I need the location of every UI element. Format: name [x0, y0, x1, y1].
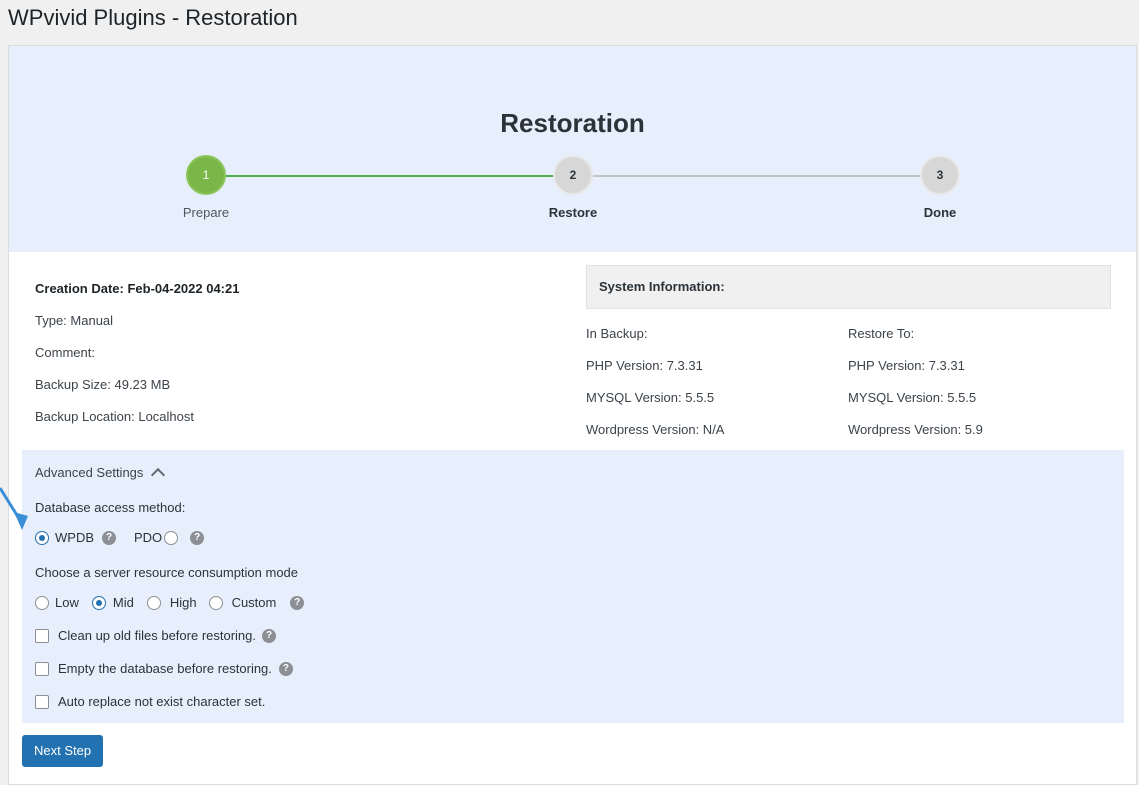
annotation-arrow-icon [0, 487, 28, 530]
backup-size: Backup Size: 49.23 MB [35, 377, 171, 392]
empty-db-label: Empty the database before restoring. [58, 661, 272, 676]
system-info-header: System Information: [586, 265, 1111, 309]
resource-high-radio[interactable] [146, 595, 161, 610]
auto-replace-label: Auto replace not exist character set. [58, 694, 266, 709]
restoration-panel: Restoration 1 Prepare 2 Restore 3 Done C… [8, 45, 1137, 785]
backup-location: Backup Location: Localhost [35, 409, 194, 424]
step-label-prepare: Prepare [182, 205, 230, 220]
resource-help-icon[interactable]: ? [290, 595, 305, 610]
backup-comment: Comment: [35, 345, 95, 360]
step-number-2: 2 [553, 155, 593, 195]
restoration-stepper: Restoration 1 Prepare 2 Restore 3 Done [9, 46, 1136, 252]
restore-to-column: Restore To: PHP Version: 7.3.31 MYSQL Ve… [848, 326, 983, 454]
auto-replace-checkbox[interactable] [35, 694, 49, 709]
cleanup-checkbox[interactable] [35, 628, 49, 643]
restore-to-heading: Restore To: [848, 326, 915, 341]
advanced-settings-panel: Advanced Settings Database access method… [22, 450, 1124, 723]
resource-high-label: High [169, 595, 197, 610]
advanced-settings-label: Advanced Settings [35, 465, 144, 480]
resource-low-label: Low [55, 595, 79, 610]
resource-mid-label: Mid [112, 595, 134, 610]
backup-type: Type: Manual [35, 313, 114, 328]
step-done: 3 Done [880, 155, 1000, 220]
step-number-1: 1 [186, 155, 226, 195]
step-prepare: 1 Prepare [146, 155, 266, 220]
in-backup-mysql: MYSQL Version: 5.5.5 [586, 390, 715, 405]
step-label-done: Done [923, 205, 957, 220]
in-backup-heading: In Backup: [586, 326, 648, 341]
restore-to-php: PHP Version: 7.3.31 [848, 358, 965, 373]
db-method-options: WPDB ? PDO ? [35, 530, 205, 545]
resource-mid-radio[interactable] [91, 595, 106, 610]
wpdb-label: WPDB [55, 530, 94, 545]
cleanup-help-icon[interactable]: ? [262, 628, 277, 643]
in-backup-column: In Backup: PHP Version: 7.3.31 MYSQL Ver… [586, 326, 724, 454]
resource-mode-label: Choose a server resource consumption mod… [35, 565, 299, 580]
restore-to-mysql: MYSQL Version: 5.5.5 [848, 390, 977, 405]
resource-custom-label: Custom [231, 595, 277, 610]
resource-low-radio[interactable] [35, 595, 49, 610]
cleanup-option: Clean up old files before restoring. ? [35, 628, 277, 643]
empty-db-checkbox[interactable] [35, 661, 49, 676]
chevron-up-icon [151, 467, 166, 483]
backup-info: Creation Date: Feb-04-2022 04:21 Type: M… [35, 281, 239, 441]
page-title: WPvivid Plugins - Restoration [8, 5, 298, 30]
resource-mode-options: Low Mid High Custom ? [35, 595, 305, 610]
creation-date: Creation Date: Feb-04-2022 04:21 [35, 281, 240, 296]
pdo-help-icon[interactable]: ? [190, 530, 205, 545]
stepper-title: Restoration [500, 108, 645, 138]
empty-db-help-icon[interactable]: ? [278, 661, 293, 676]
step-restore: 2 Restore [513, 155, 633, 220]
auto-replace-option: Auto replace not exist character set. [35, 694, 265, 709]
step-label-restore: Restore [548, 205, 598, 220]
in-backup-php: PHP Version: 7.3.31 [586, 358, 703, 373]
pdo-radio[interactable] [164, 530, 179, 545]
resource-custom-radio[interactable] [208, 595, 223, 610]
empty-db-option: Empty the database before restoring. ? [35, 661, 293, 676]
cleanup-label: Clean up old files before restoring. [58, 628, 257, 643]
step-number-3: 3 [920, 155, 960, 195]
next-step-button[interactable]: Next Step [22, 735, 104, 767]
advanced-settings-toggle[interactable]: Advanced Settings [35, 465, 166, 483]
pdo-label: PDO [134, 530, 163, 545]
db-method-label: Database access method: [35, 500, 186, 515]
wpdb-help-icon[interactable]: ? [102, 530, 116, 545]
